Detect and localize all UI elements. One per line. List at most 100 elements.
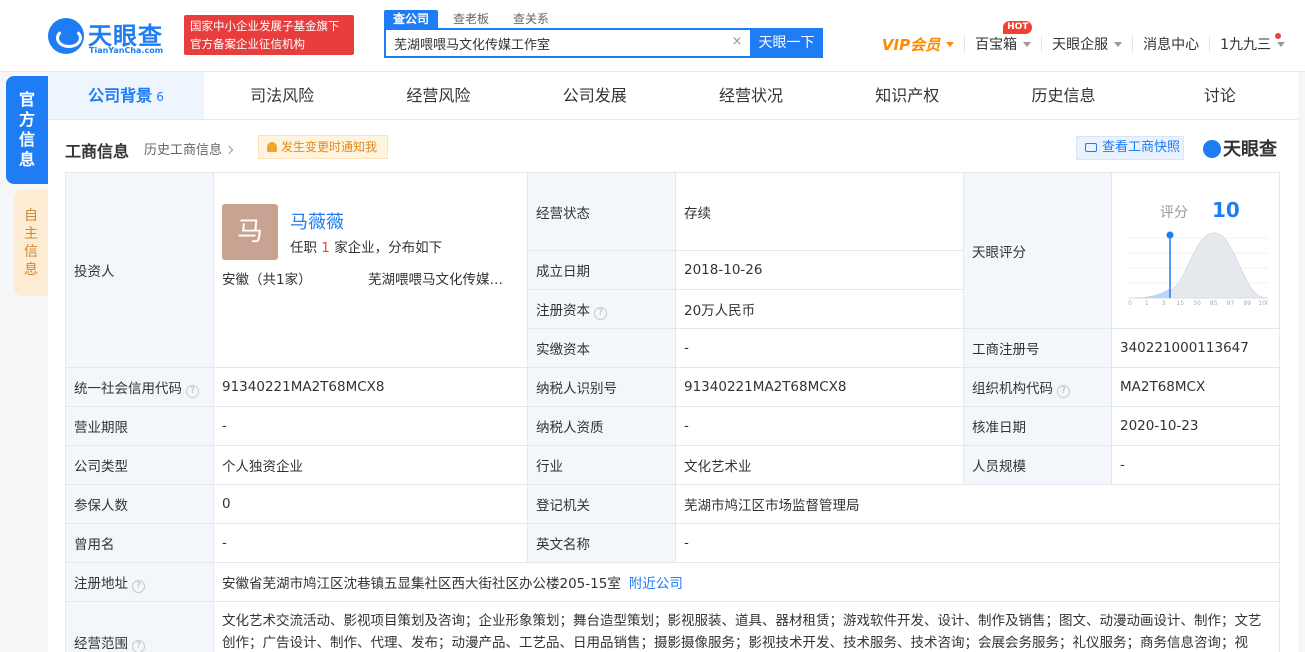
clear-icon[interactable]: ×: [730, 35, 744, 49]
founded-value: 2018-10-26: [675, 250, 964, 290]
term-label: 营业期限: [65, 406, 214, 446]
english-label: 英文名称: [527, 523, 676, 563]
credit-code-value: 91340221MA2T68MCX8: [213, 367, 528, 407]
investor-name-link[interactable]: 马薇薇: [290, 208, 344, 234]
enterprise-label: 天眼企服: [1052, 37, 1109, 53]
tab-judicial-risk[interactable]: 司法风险: [204, 72, 360, 119]
english-value: -: [675, 523, 1280, 563]
search-tab-relation[interactable]: 查关系: [504, 10, 558, 28]
investor-desc: 任职 1 家企业，分布如下: [290, 236, 442, 256]
table-row: 参保人数 0 登记机关 芜湖市鸠江区市场监督管理局: [65, 484, 1280, 524]
logo-url: TianYanCha.com: [89, 46, 164, 55]
axis-tick-label: 3: [1162, 300, 1166, 306]
address-label-cell: 注册地址?: [65, 562, 214, 602]
score-curve: [1127, 232, 1268, 299]
side-tab-char: 息: [18, 150, 35, 169]
reg-no-value: 340221000113647: [1111, 328, 1280, 368]
investor-region: 安徽（共1家）: [222, 272, 312, 288]
messages-label: 消息中心: [1143, 37, 1200, 53]
help-icon[interactable]: ?: [132, 640, 145, 652]
search-box: ×: [384, 28, 750, 58]
investor-label: 投资人: [65, 172, 214, 368]
insured-value: 0: [213, 484, 528, 524]
status-value: 存续: [675, 172, 964, 251]
help-icon[interactable]: ?: [1057, 384, 1070, 398]
search-type-tabs: 查公司 查老板 查关系: [384, 10, 564, 28]
reg-capital-label: 注册资本: [536, 302, 590, 319]
search-tab-boss[interactable]: 查老板: [444, 10, 498, 28]
type-label: 公司类型: [65, 445, 214, 485]
chevron-right-icon: [224, 145, 234, 155]
reg-capital-value: 20万人民币: [675, 289, 964, 329]
snapshot-label: 查看工商快照: [1102, 140, 1181, 155]
brand-text: 天眼查: [1223, 139, 1277, 160]
help-icon[interactable]: ?: [594, 306, 607, 320]
side-tab-char: 自: [24, 208, 38, 224]
founded-label: 成立日期: [527, 250, 676, 290]
nearby-companies-link[interactable]: 附近公司: [629, 576, 683, 592]
tab-history-info[interactable]: 历史信息: [985, 72, 1141, 119]
business-info-table: 投资人 马 马薇薇 任职 1 家企业，分布如下 安徽（共1家） 芜湖喂喂马文化传…: [65, 172, 1280, 652]
tab-company-background[interactable]: 公司背景 6: [48, 72, 204, 119]
camera-icon: [1085, 143, 1097, 152]
side-tab-char: 官: [18, 90, 35, 109]
tab-operation-status[interactable]: 经营状况: [673, 72, 829, 119]
scope-value: 文化艺术交流活动、影视项目策划及咨询；企业形象策划；舞台造型策划；影视服装、道具…: [213, 601, 1280, 652]
score-value: 10: [1212, 198, 1240, 222]
paid-capital-value: -: [675, 328, 964, 368]
hot-badge: HOT: [1003, 21, 1033, 34]
former-value: -: [213, 523, 528, 563]
treasure-menu[interactable]: HOT 百宝箱: [964, 21, 1041, 53]
table-row: 公司类型 个人独资企业 行业 文化艺术业 人员规模 -: [65, 445, 1280, 485]
user-menu[interactable]: 1九九三: [1209, 33, 1295, 53]
score-cell: 评分 10 0 1 3 15 50 85 97 99 100: [1111, 172, 1280, 329]
search-input[interactable]: [386, 30, 716, 56]
table-row: 经营范围? 文化艺术交流活动、影视项目策划及咨询；企业形象策划；舞台造型策划；影…: [65, 601, 1280, 652]
user-name: 1九九三: [1220, 37, 1271, 53]
tax-qual-value: -: [675, 406, 964, 446]
history-business-info-link[interactable]: 历史工商信息: [144, 139, 234, 158]
desc-prefix: 任职: [290, 240, 317, 256]
message-center-link[interactable]: 消息中心: [1132, 36, 1209, 53]
help-icon[interactable]: ?: [186, 384, 199, 398]
side-tab-official-info[interactable]: 官 方 信 息: [6, 76, 48, 184]
org-code-label: 组织机构代码: [972, 380, 1053, 397]
search-tab-company[interactable]: 查公司: [384, 10, 439, 28]
section-title: 工商信息: [65, 142, 130, 161]
axis-tick-label: 85: [1210, 300, 1218, 306]
side-tab-self-info[interactable]: 自 主 信 息: [14, 190, 48, 296]
reg-capital-label-cell: 注册资本?: [527, 289, 676, 329]
notification-dot: [1275, 33, 1281, 39]
tab-company-development[interactable]: 公司发展: [517, 72, 673, 119]
axis-ticks: 0 1 3 15 50 85 97 99 100: [1128, 300, 1268, 306]
tax-qual-label: 纳税人资质: [527, 406, 676, 446]
address-label: 注册地址: [74, 575, 128, 592]
taxpayer-id-value: 91340221MA2T68MCX8: [675, 367, 964, 407]
search-button[interactable]: 天眼一下: [750, 28, 823, 58]
chevron-down-icon: [1114, 41, 1123, 47]
enterprise-menu[interactable]: 天眼企服: [1041, 36, 1132, 53]
credit-code-label-cell: 统一社会信用代码?: [65, 367, 214, 407]
investor-company-link[interactable]: 芜湖喂喂马文化传媒工作室: [368, 268, 516, 288]
axis-tick-label: 50: [1193, 300, 1201, 306]
side-tab-char: 信: [24, 244, 38, 260]
view-snapshot-button[interactable]: 查看工商快照: [1076, 136, 1184, 160]
score-label: 天眼评分: [963, 172, 1112, 329]
approve-label: 核准日期: [963, 406, 1112, 446]
tab-operation-risk[interactable]: 经营风险: [360, 72, 516, 119]
table-row: 注册地址? 安徽省芜湖市鸠江区沈巷镇五显集社区西大街社区办公楼205-15室 附近…: [65, 562, 1280, 602]
tab-discussion[interactable]: 讨论: [1142, 72, 1298, 119]
tianyancha-logo[interactable]: 天眼查 TianYanCha.com: [48, 16, 174, 56]
help-icon[interactable]: ?: [132, 579, 145, 593]
avatar[interactable]: 马: [222, 204, 278, 260]
table-row: 投资人 马 马薇薇 任职 1 家企业，分布如下 安徽（共1家） 芜湖喂喂马文化传…: [65, 172, 1280, 368]
tab-intellectual-property[interactable]: 知识产权: [829, 72, 985, 119]
vip-menu[interactable]: VIP会员: [872, 36, 964, 54]
score-highlight: [1128, 288, 1170, 298]
staff-label: 人员规模: [963, 445, 1112, 485]
treasure-label: 百宝箱: [975, 37, 1018, 53]
notify-on-change-button[interactable]: 发生变更时通知我: [258, 135, 388, 159]
org-code-label-cell: 组织机构代码?: [963, 367, 1112, 407]
main-content: 公司背景 6 司法风险 经营风险 公司发展 经营状况 知识产权 历史信息 讨论 工…: [48, 72, 1298, 652]
axis-tick-label: 0: [1128, 300, 1132, 306]
